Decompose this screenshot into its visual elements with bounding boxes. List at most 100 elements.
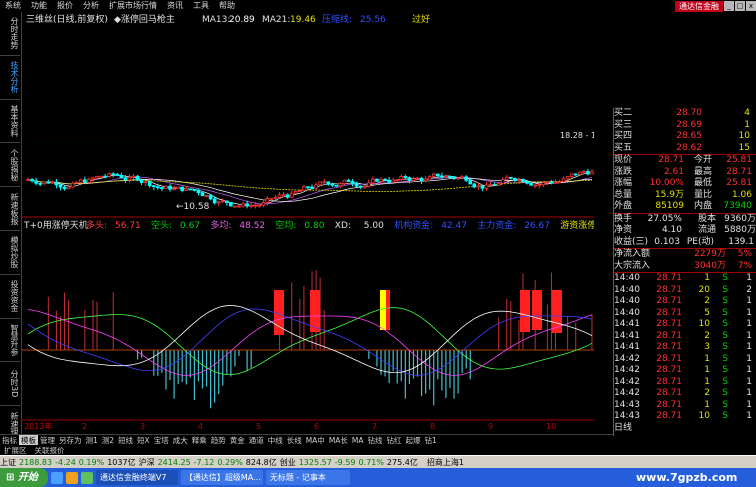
fund-value: 139.1 <box>728 236 754 247</box>
stat-label: 内盘 <box>693 201 712 212</box>
taskbar-task-0[interactable]: 通达信金融终端V7 <box>95 470 178 485</box>
candle-body <box>172 188 176 191</box>
menu-item-1[interactable]: 功能 <box>26 0 52 12</box>
left-tab-2[interactable]: 基本资料 <box>0 100 20 144</box>
tick-side: S <box>722 411 728 422</box>
month-label: 2 <box>82 422 87 430</box>
candle-body <box>387 179 391 183</box>
indicator-tab-15[interactable]: 长线 <box>285 435 304 446</box>
candle-body <box>107 173 111 177</box>
indicator-tab-8[interactable]: 宝塔 <box>152 435 171 446</box>
extension-tab-1[interactable]: 关联报价 <box>31 445 69 456</box>
menu-item-2[interactable]: 报价 <box>52 0 78 12</box>
indicator-label-1: 空头: <box>151 219 172 231</box>
menu-item-4[interactable]: 扩展市场行情 <box>104 0 162 12</box>
tick-time: 14:41 <box>614 330 640 341</box>
minimize-icon[interactable]: _ <box>724 1 734 11</box>
close-icon[interactable]: x <box>746 1 756 11</box>
indicator-tab-21[interactable]: 起爆 <box>404 435 423 446</box>
indicator-tab-6[interactable]: 短线 <box>116 435 135 446</box>
candle-body <box>468 179 473 185</box>
indicator-tab-19[interactable]: 钻线 <box>366 435 385 446</box>
indicator-tab-18[interactable]: MA <box>350 436 366 445</box>
tick-time: 14:42 <box>614 353 640 364</box>
indicator-tab-11[interactable]: 趋势 <box>209 435 228 446</box>
tick-side: S <box>722 273 728 284</box>
month-label: 10 <box>546 422 556 430</box>
fund-row: 收益(三) 0.103 PE(动) 139.1 <box>614 237 756 249</box>
extension-tab-0[interactable]: 扩展区 <box>0 445 31 456</box>
left-tab-4[interactable]: 新速板报 <box>0 187 20 231</box>
taskbar-task-1[interactable]: 【通达信】超级MA... <box>180 470 263 485</box>
news-ticker[interactable]: 招商上海1 <box>427 457 467 468</box>
menu-item-6[interactable]: 工具 <box>188 0 214 12</box>
tick-row: 14:41 28.71 2 S 1 <box>614 331 756 343</box>
indicator-tab-12[interactable]: 黄金 <box>228 435 247 446</box>
candle-body <box>66 186 71 190</box>
left-tab-7[interactable]: 智慧升参 <box>0 319 20 363</box>
indicator-tab-14[interactable]: 中线 <box>266 435 285 446</box>
candle-body <box>131 175 136 178</box>
menu-item-7[interactable]: 帮助 <box>214 0 240 12</box>
indicator-tab-9[interactable]: 成大 <box>171 435 190 446</box>
bid-price: 28.65 <box>676 131 702 142</box>
main-kline-chart[interactable]: 20.0018.0016.0014.0012.00 三维丝(日线,前复权) ◆涨… <box>22 12 594 218</box>
candle-body <box>269 197 274 200</box>
candle-body <box>310 186 314 189</box>
candle-body <box>346 179 351 182</box>
maximize-icon[interactable]: □ <box>735 1 745 11</box>
left-tab-5[interactable]: 模拟炒股 <box>0 231 20 275</box>
period-tab-daily[interactable]: 日线 <box>614 423 756 435</box>
indicator-tab-16[interactable]: MA中 <box>304 435 327 446</box>
limit-up-block <box>532 290 542 330</box>
tick-price: 28.71 <box>656 365 682 376</box>
indicator-tab-13[interactable]: 通道 <box>247 435 266 446</box>
tick-row: 14:42 28.71 2 S 1 <box>614 388 756 400</box>
taskbar-task-2[interactable]: 无标题 - 记事本 <box>265 470 350 485</box>
menu-item-0[interactable]: 系统 <box>0 0 26 12</box>
candle-body <box>168 185 172 190</box>
indicator-chart[interactable]: T+0用涨停天机多头: 56.71 空头: 0.67 多均: 48.52 空均: 0.80 XD… <box>22 218 594 430</box>
tick-row: 14:42 28.71 1 S 1 <box>614 377 756 389</box>
candle-body <box>367 182 371 187</box>
menu-item-3[interactable]: 分析 <box>78 0 104 12</box>
candle-body <box>517 179 521 182</box>
bid-row: 买五 28.62 15 <box>614 143 756 155</box>
indicator-tab-4[interactable]: 测1 <box>84 435 100 446</box>
left-tab-0[interactable]: 分时走势 <box>0 12 20 56</box>
indicator-value-4: 5.00 <box>364 221 384 231</box>
candle-body <box>99 175 103 178</box>
media-icon[interactable] <box>65 471 78 484</box>
indicator-tab-20[interactable]: 钻红 <box>385 435 404 446</box>
tick-side: S <box>722 399 728 410</box>
indicator-tab-22[interactable]: 钻1 <box>423 435 439 446</box>
ie-icon[interactable] <box>50 471 63 484</box>
tick-time: 14:40 <box>614 307 640 318</box>
tick-count: 1 <box>746 307 752 318</box>
tick-volume: 1 <box>704 353 710 364</box>
indicator-tab-10[interactable]: 释乘 <box>190 435 209 446</box>
candle-body <box>322 181 327 184</box>
candle-body <box>306 186 310 189</box>
left-tab-6[interactable]: 投资资金 <box>0 275 20 319</box>
indicator-tab-5[interactable]: 测2 <box>100 435 116 446</box>
stat-label: 最低 <box>693 178 712 189</box>
tick-count: 1 <box>746 353 752 364</box>
left-tab-3[interactable]: 个股揭秘 <box>0 143 20 188</box>
menu-item-5[interactable]: 资讯 <box>162 0 188 12</box>
candle-body <box>95 175 99 179</box>
candle-body <box>444 176 448 178</box>
start-button[interactable]: ⊞ 开始 <box>0 468 48 487</box>
indicator-tab-17[interactable]: MA长 <box>327 435 350 446</box>
left-tab-8[interactable]: 分时3D <box>0 362 20 407</box>
left-tab-1[interactable]: 技术分析 <box>0 56 20 100</box>
stat-value: 73940 <box>723 201 752 212</box>
indicator-tab-7[interactable]: 短X <box>135 435 152 446</box>
candle-body <box>180 186 185 191</box>
stat-label: 涨幅 <box>614 178 633 189</box>
desktop-icon[interactable] <box>80 471 93 484</box>
limit-up-block <box>552 290 562 333</box>
candle-body <box>192 189 197 191</box>
candle-body <box>212 198 217 204</box>
bid-price: 28.70 <box>676 108 702 119</box>
